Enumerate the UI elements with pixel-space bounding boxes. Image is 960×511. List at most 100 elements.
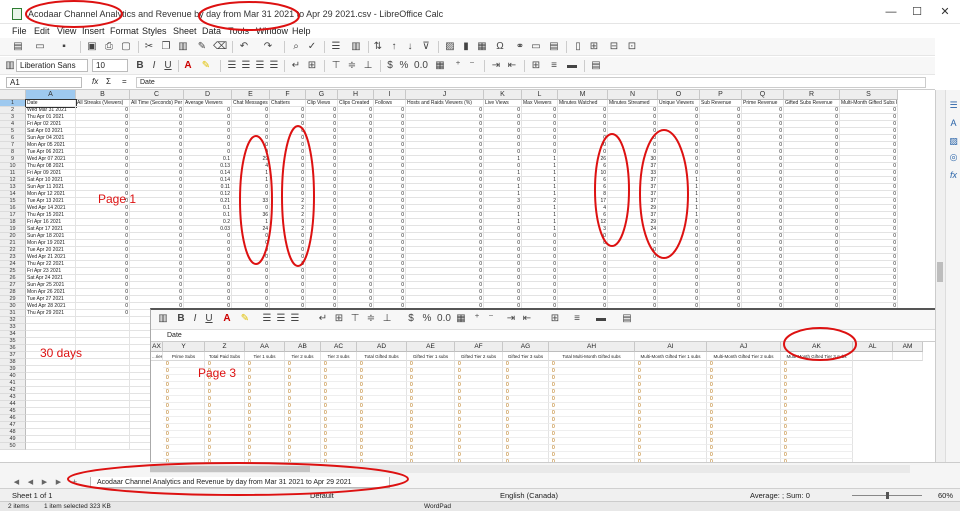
overlay-data-cell[interactable]: 0	[781, 368, 853, 375]
overlay-header-cell[interactable]	[853, 352, 893, 361]
data-cell[interactable]: 0	[406, 170, 484, 177]
overlay-data-cell[interactable]: 0	[503, 403, 549, 410]
data-cell[interactable]: 0	[784, 268, 840, 275]
date-cell[interactable]: Mon Apr 12 2021	[26, 191, 76, 198]
data-cell[interactable]: 0	[374, 163, 406, 170]
overlay-data-cell[interactable]: 0	[455, 389, 503, 396]
formula-icon[interactable]: =	[122, 77, 127, 86]
overlay-data-cell[interactable]: 0	[781, 417, 853, 424]
data-cell[interactable]: 0	[232, 135, 270, 142]
data-cell[interactable]: 0	[742, 261, 784, 268]
data-cell[interactable]: 0	[484, 268, 522, 275]
data-cell[interactable]: 0	[784, 184, 840, 191]
overlay-data-cell[interactable]: 0	[407, 452, 455, 459]
overlay-data-cell[interactable]: 0	[285, 452, 321, 459]
overlay-data-cell[interactable]: 0	[503, 361, 549, 368]
row-header[interactable]: 40	[0, 373, 26, 380]
empty-cell[interactable]	[26, 373, 76, 380]
data-cell[interactable]: 0	[270, 170, 306, 177]
overlay-data-cell[interactable]: 0	[455, 431, 503, 438]
data-cell[interactable]: 0	[522, 114, 558, 121]
data-cell[interactable]: 0	[184, 282, 232, 289]
header-cell[interactable]: Unique Viewers	[658, 100, 700, 107]
data-cell[interactable]: 0	[522, 142, 558, 149]
data-cell[interactable]: 0	[840, 275, 898, 282]
date-cell[interactable]: Mon Apr 05 2021	[26, 142, 76, 149]
data-cell[interactable]: 0	[558, 135, 608, 142]
overlay-data-cell[interactable]: 0	[549, 417, 635, 424]
data-cell[interactable]: 0	[840, 170, 898, 177]
data-cell[interactable]: 0	[130, 142, 184, 149]
data-cell[interactable]: 0	[76, 233, 130, 240]
overlay-data-cell[interactable]: 0	[285, 403, 321, 410]
sort-icon[interactable]: ⇅	[372, 41, 384, 53]
menu-sheet[interactable]: Sheet	[173, 26, 197, 36]
data-cell[interactable]: 0	[76, 261, 130, 268]
data-cell[interactable]: 0	[76, 303, 130, 310]
cut-icon[interactable]: ✂	[143, 41, 155, 53]
data-cell[interactable]: 0	[784, 149, 840, 156]
insert-image-icon[interactable]: ▨	[444, 41, 456, 53]
row-header[interactable]: 38	[0, 359, 26, 366]
comment-icon[interactable]: ▭	[530, 41, 542, 53]
empty-cell[interactable]	[26, 436, 76, 443]
data-cell[interactable]: 0	[700, 114, 742, 121]
find-replace-icon[interactable]: ⌕	[290, 41, 302, 53]
overlay-data-cell[interactable]: 0	[707, 396, 781, 403]
data-cell[interactable]: 0	[374, 177, 406, 184]
data-cell[interactable]: 0	[742, 219, 784, 226]
overlay-data-cell[interactable]: 0	[549, 396, 635, 403]
empty-cell[interactable]	[26, 443, 76, 450]
overlay-data-cell[interactable]: 0	[245, 417, 285, 424]
data-cell[interactable]: 0	[784, 170, 840, 177]
overlay-header-cell[interactable]: Multi-Month Gifted Tier 1 subs	[635, 352, 707, 361]
data-cell[interactable]: 0	[130, 219, 184, 226]
data-cell[interactable]: 2	[270, 198, 306, 205]
data-cell[interactable]: 0	[658, 121, 700, 128]
data-cell[interactable]: 0	[76, 254, 130, 261]
column-header[interactable]: P	[700, 90, 742, 100]
data-cell[interactable]: 0	[406, 198, 484, 205]
data-cell[interactable]: 0	[374, 142, 406, 149]
data-cell[interactable]: 0	[338, 282, 374, 289]
data-cell[interactable]: 0	[184, 254, 232, 261]
header-cell[interactable]: Date	[25, 99, 77, 108]
overlay-data-cell[interactable]: 0	[163, 396, 205, 403]
data-cell[interactable]: 0	[130, 240, 184, 247]
header-cell[interactable]: Sub Revenue	[700, 100, 742, 107]
data-cell[interactable]: 0	[338, 114, 374, 121]
data-cell[interactable]: 0	[742, 198, 784, 205]
save-icon[interactable]: ▪	[58, 41, 70, 53]
row-header[interactable]: 14	[0, 191, 26, 198]
data-cell[interactable]: 0.2	[184, 219, 232, 226]
overlay-data-cell[interactable]: 0	[285, 431, 321, 438]
column-header[interactable]: F	[270, 90, 306, 100]
data-cell[interactable]: 0	[700, 219, 742, 226]
align-bottom-icon[interactable]: ⊥	[362, 60, 374, 72]
data-cell[interactable]: 0	[658, 219, 700, 226]
data-cell[interactable]: 0	[76, 296, 130, 303]
data-cell[interactable]: 0	[306, 142, 338, 149]
data-cell[interactable]: 0	[306, 184, 338, 191]
data-cell[interactable]: 0	[232, 275, 270, 282]
data-cell[interactable]: 0	[338, 226, 374, 233]
menu-file[interactable]: File	[12, 26, 27, 36]
data-cell[interactable]: 0	[784, 163, 840, 170]
data-cell[interactable]: 0	[700, 254, 742, 261]
data-cell[interactable]: 0	[406, 254, 484, 261]
data-cell[interactable]: 0	[840, 240, 898, 247]
overlay-data-cell[interactable]: 0	[549, 452, 635, 459]
menu-edit[interactable]: Edit	[34, 26, 50, 36]
data-cell[interactable]: 0	[374, 198, 406, 205]
data-cell[interactable]: 0	[840, 226, 898, 233]
data-cell[interactable]: 0	[374, 219, 406, 226]
overlay-data-cell[interactable]: 0	[245, 452, 285, 459]
data-cell[interactable]: 0	[306, 163, 338, 170]
row-header[interactable]: 32	[0, 317, 26, 324]
data-cell[interactable]: 0	[130, 184, 184, 191]
overlay-data-cell[interactable]: 0	[285, 417, 321, 424]
data-cell[interactable]: 0	[406, 289, 484, 296]
overlay-column-header[interactable]: AK	[781, 342, 853, 352]
data-cell[interactable]: 12	[558, 219, 608, 226]
row-header[interactable]: 2	[0, 107, 26, 114]
